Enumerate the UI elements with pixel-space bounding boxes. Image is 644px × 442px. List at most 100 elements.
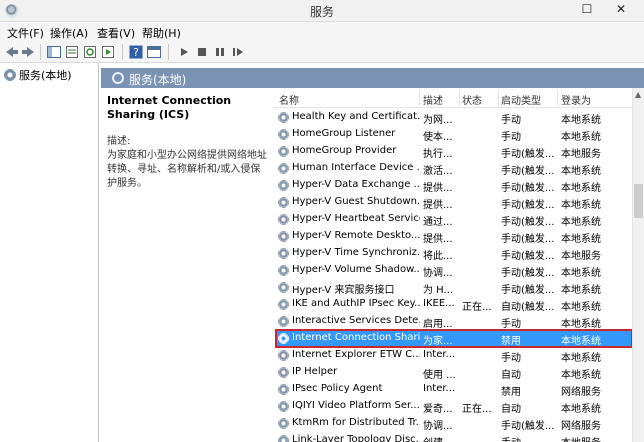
scrollbar-thumb[interactable] bbox=[634, 184, 643, 218]
menu-bar: 文件(F) 操作(A) 查看(V) 帮助(H) bbox=[0, 22, 644, 41]
service-row[interactable]: Human Interface Device ... 激活... 手动(触发... 本… bbox=[276, 160, 632, 177]
service-name: Hyper-V 来宾服务接口 bbox=[292, 285, 395, 296]
pause-icon[interactable] bbox=[212, 44, 228, 60]
column-divider[interactable] bbox=[459, 90, 460, 106]
service-gear-icon bbox=[278, 248, 289, 259]
service-gear-icon bbox=[278, 265, 289, 276]
service-row[interactable]: Hyper-V Time Synchroniz... 将此... 手动(触发... 本… bbox=[276, 245, 632, 262]
service-row[interactable]: KtmRm for Distributed Tr... 协调... 手动(触发...… bbox=[276, 415, 632, 432]
service-name: IKE and AuthIP IPsec Key... bbox=[292, 298, 420, 309]
service-status: 正在... bbox=[462, 404, 492, 415]
column-description[interactable]: 描述 bbox=[423, 92, 443, 107]
service-gear-icon bbox=[278, 112, 289, 123]
service-gear-icon bbox=[278, 197, 289, 208]
column-header-row: 名称 描述 状态 启动类型 登录为 bbox=[273, 88, 632, 108]
service-row[interactable]: HomeGroup Listener 使本... 手动 本地系统 bbox=[276, 126, 632, 143]
service-name: Human Interface Device ... bbox=[292, 162, 420, 173]
service-logon-as: 本地系统 bbox=[561, 336, 601, 347]
column-startup-type[interactable]: 启动类型 bbox=[501, 92, 541, 107]
service-logon-as: 本地系统 bbox=[561, 370, 601, 381]
service-row[interactable]: Link-Layer Topology Disc...创建... 手动本地服务 bbox=[276, 432, 632, 442]
column-divider[interactable] bbox=[419, 90, 420, 106]
service-startup-type: 手动(触发... bbox=[501, 285, 555, 296]
service-logon-as: 网络服务 bbox=[561, 387, 601, 398]
services-panel-header: 服务(本地) bbox=[101, 68, 644, 88]
service-gear-icon bbox=[278, 435, 289, 442]
service-startup-type: 手动 bbox=[501, 353, 521, 364]
column-status[interactable]: 状态 bbox=[462, 92, 482, 107]
service-logon-as: 本地系统 bbox=[561, 302, 601, 313]
vertical-scrollbar[interactable]: ▲ bbox=[632, 88, 644, 442]
service-description: 创建... bbox=[423, 434, 461, 442]
service-startup-type: 手动(触发... bbox=[501, 421, 555, 432]
menu-action[interactable]: 操作(A) bbox=[50, 25, 88, 41]
service-row[interactable]: Hyper-V 来宾服务接口 为 H... 手动(触发... 本地系统 bbox=[276, 279, 632, 296]
service-row[interactable]: HomeGroup Provider 执行... 手动(触发... 本地服务 bbox=[276, 143, 632, 160]
properties-icon[interactable] bbox=[64, 44, 80, 60]
service-row[interactable]: Internet Connection Shari... 为家... 禁用 本地系统 bbox=[275, 329, 632, 348]
service-startup-type: 手动(触发... bbox=[501, 200, 555, 211]
service-logon-as: 本地系统 bbox=[561, 200, 601, 211]
service-description: 提供... bbox=[423, 234, 453, 245]
restart-icon[interactable] bbox=[230, 44, 246, 60]
export-icon[interactable] bbox=[100, 44, 116, 60]
column-logon-as[interactable]: 登录为 bbox=[561, 92, 591, 107]
service-row[interactable]: Internet Explorer ETW C... Inter... 手动 本地系统 bbox=[276, 347, 632, 364]
service-logon-as: 本地系统 bbox=[561, 132, 601, 143]
show-tree-icon[interactable] bbox=[46, 44, 62, 60]
service-name: HomeGroup Provider bbox=[292, 145, 397, 156]
menu-help[interactable]: 帮助(H) bbox=[142, 25, 181, 41]
search-icon bbox=[112, 72, 124, 84]
service-description: 爱奇... bbox=[423, 404, 453, 415]
service-startup-type: 手动(触发... bbox=[501, 251, 555, 262]
services-list: 名称 描述 状态 启动类型 登录为 Health Key and Certifi… bbox=[273, 88, 632, 442]
column-divider[interactable] bbox=[498, 90, 499, 106]
service-row[interactable]: Health Key and Certificat... 为网... 手动 本地系统 bbox=[276, 109, 632, 126]
back-icon[interactable] bbox=[4, 44, 20, 60]
service-startup-type: 手动(触发... bbox=[501, 183, 555, 194]
service-row[interactable]: Hyper-V Guest Shutdown... 提供... 手动(触发... 本地… bbox=[276, 194, 632, 211]
service-description: 使本... bbox=[423, 132, 453, 143]
console-icon[interactable] bbox=[146, 44, 162, 60]
service-name: Hyper-V Remote Deskto... bbox=[292, 230, 420, 241]
service-description: 为 H... bbox=[423, 285, 454, 296]
service-logon-as: 本地系统 bbox=[561, 404, 601, 415]
service-name: IPsec Policy Agent bbox=[292, 383, 383, 394]
service-name: KtmRm for Distributed Tr... bbox=[292, 417, 420, 428]
service-name: Health Key and Certificat... bbox=[292, 111, 420, 122]
scroll-up-arrow-icon[interactable]: ▲ bbox=[635, 90, 641, 99]
service-row[interactable]: Hyper-V Heartbeat Service 通过... 手动(触发... 本地… bbox=[276, 211, 632, 228]
service-logon-as: 本地系统 bbox=[561, 234, 601, 245]
maximize-button[interactable]: ☐ bbox=[574, 0, 600, 20]
menu-view[interactable]: 查看(V) bbox=[97, 25, 135, 41]
service-gear-icon bbox=[278, 299, 289, 310]
play-icon[interactable] bbox=[176, 44, 192, 60]
service-description: 提供... bbox=[423, 183, 453, 194]
service-row[interactable]: IP Helper 使用 ... 自动 本地系统 bbox=[276, 364, 632, 381]
service-row[interactable]: IPsec Policy Agent Inter... 禁用 网络服务 bbox=[276, 381, 632, 398]
forward-icon[interactable] bbox=[20, 44, 36, 60]
service-row[interactable]: Interactive Services Dete... 启用... 手动 本地系统 bbox=[276, 313, 632, 330]
service-description: 协调... bbox=[423, 421, 453, 432]
service-startup-type: 禁用 bbox=[501, 387, 521, 398]
service-gear-icon bbox=[278, 231, 289, 242]
column-divider[interactable] bbox=[557, 90, 558, 106]
stop-icon[interactable] bbox=[194, 44, 210, 60]
tree-item-services-local[interactable]: 服务(本地) bbox=[4, 67, 72, 83]
service-gear-icon bbox=[278, 129, 289, 140]
service-row[interactable]: Hyper-V Volume Shadow... 协调... 手动(触发... 本地系… bbox=[276, 262, 632, 279]
service-logon-as: 本地系统 bbox=[561, 268, 601, 279]
close-button[interactable]: ✕ bbox=[601, 0, 641, 20]
service-gear-icon bbox=[278, 384, 289, 395]
service-row[interactable]: Hyper-V Data Exchange ... 提供... 手动(触发... 本地… bbox=[276, 177, 632, 194]
menu-file[interactable]: 文件(F) bbox=[7, 25, 44, 41]
service-startup-type: 手动(触发... bbox=[501, 268, 555, 279]
toolbar-separator bbox=[168, 44, 169, 60]
column-name[interactable]: 名称 bbox=[279, 92, 299, 107]
service-row[interactable]: IQIYI Video Platform Ser... 爱奇... 正在... 自动 本… bbox=[276, 398, 632, 415]
service-name: Internet Explorer ETW C... bbox=[292, 349, 420, 360]
service-row[interactable]: IKE and AuthIP IPsec Key... IKEE... 正在... 自… bbox=[276, 296, 632, 313]
help-icon[interactable]: ? bbox=[128, 44, 144, 60]
service-row[interactable]: Hyper-V Remote Deskto... 提供... 手动(触发... 本地系… bbox=[276, 228, 632, 245]
refresh-icon[interactable] bbox=[82, 44, 98, 60]
